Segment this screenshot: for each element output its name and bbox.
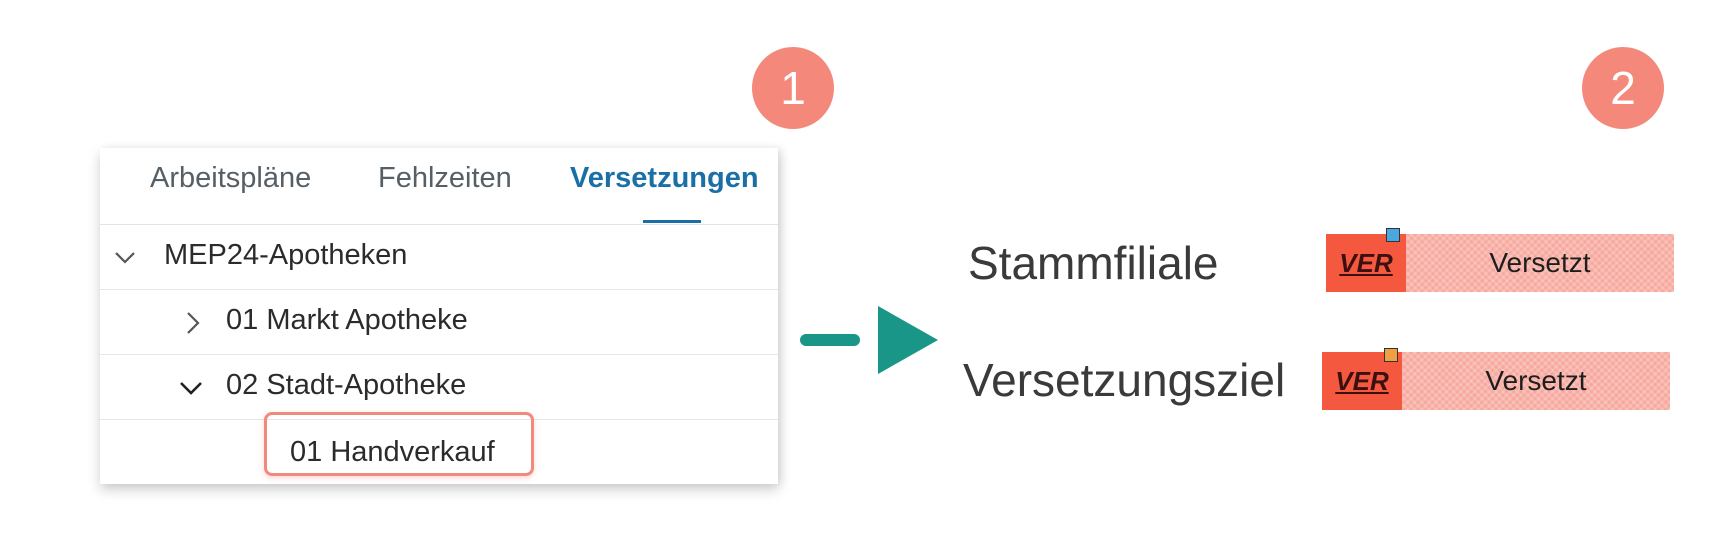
tree-item-label: 02 Stadt-Apotheke — [226, 369, 467, 401]
step-badge-2: 2 — [1582, 47, 1664, 129]
shift-bar-stammfiliale: VER Versetzt — [1326, 228, 1674, 292]
chevron-down-icon[interactable] — [178, 375, 204, 401]
tab-bar: Arbeitspläne Fehlzeiten Versetzungen — [100, 148, 778, 225]
marker-square-icon — [1384, 348, 1398, 362]
tab-versetzungen[interactable]: Versetzungen — [570, 162, 759, 195]
selection-highlight — [264, 412, 534, 476]
legend-label-stammfiliale: Stammfiliale — [968, 237, 1219, 289]
marker-square-icon — [1386, 228, 1400, 242]
chevron-down-icon[interactable] — [112, 245, 138, 271]
shift-status: Versetzt — [1489, 247, 1591, 278]
shift-code: VER — [1335, 366, 1389, 396]
tree-item-markt-apotheke[interactable]: 01 Markt Apotheke — [100, 290, 778, 355]
tree-item-label: 01 Markt Apotheke — [226, 304, 468, 336]
tree-root-label: MEP24-Apotheken — [164, 239, 408, 271]
chevron-right-icon[interactable] — [180, 310, 206, 336]
shift-bar-versetzungsziel: VER Versetzt — [1322, 348, 1670, 410]
shift-code: VER — [1339, 248, 1393, 278]
legend-label-versetzungsziel: Versetzungsziel — [963, 354, 1286, 406]
shift-code-box: VER — [1326, 234, 1406, 292]
active-tab-indicator — [643, 220, 701, 223]
shift-status: Versetzt — [1485, 365, 1587, 396]
tab-arbeitsplaene[interactable]: Arbeitspläne — [150, 162, 311, 195]
step-badge-1: 1 — [752, 47, 834, 129]
arrow-right-icon — [800, 306, 938, 374]
tree-item-stadt-apotheke[interactable]: 02 Stadt-Apotheke — [100, 355, 778, 420]
tab-fehlzeiten[interactable]: Fehlzeiten — [378, 162, 512, 195]
tree-root-row[interactable]: MEP24-Apotheken — [100, 225, 778, 290]
